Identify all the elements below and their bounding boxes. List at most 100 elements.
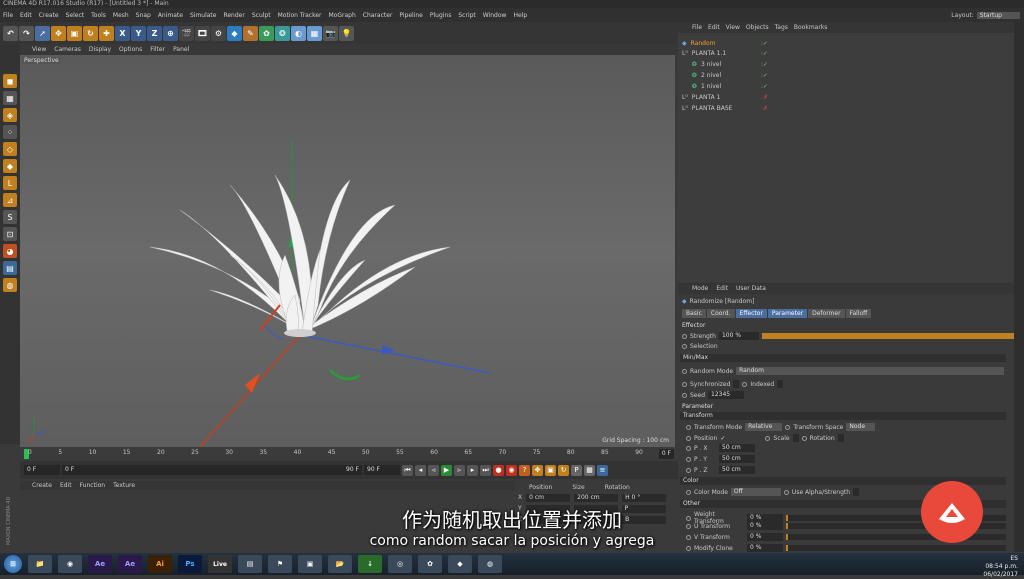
material-menu-texture[interactable]: Texture [113, 482, 135, 489]
anim-dot-icon[interactable] [682, 392, 687, 398]
tab-falloff[interactable]: Falloff [845, 309, 872, 318]
anim-dot-icon[interactable] [686, 435, 691, 441]
tweak-icon[interactable]: ⊿ [3, 193, 17, 207]
workplane-icon[interactable]: ▤ [3, 261, 17, 275]
material-menu-edit[interactable]: Edit [60, 482, 72, 489]
object-menu-file[interactable]: File [692, 24, 702, 31]
menu-help[interactable]: Help [513, 12, 527, 19]
menu-sculpt[interactable]: Sculpt [252, 12, 271, 19]
next-frame-icon[interactable]: ▹ [454, 464, 465, 476]
taskbar-app-after-effects-2[interactable]: Ae [118, 555, 142, 573]
media-icon[interactable]: ⚑ [268, 555, 292, 573]
cloner-icon[interactable]: ❂ [275, 25, 290, 41]
pz-input[interactable]: 50 cm [719, 466, 755, 474]
section-transform[interactable]: Transform [680, 412, 1006, 420]
object-row-planta-base[interactable]: L⁰ PLANTA BASE:✗ [682, 103, 1012, 113]
axis-icon[interactable]: L [3, 176, 17, 190]
floor-icon[interactable]: ▦ [307, 25, 322, 41]
autokey-icon[interactable]: ◉ [506, 464, 517, 476]
object-row-planta-1-1[interactable]: L⁰ PLANTA 1.1:✓ [682, 48, 1012, 58]
menu-snap[interactable]: Snap [136, 12, 151, 19]
random-mode-dropdown[interactable]: Random [736, 367, 1005, 375]
key-scale-icon[interactable]: ▣ [545, 464, 556, 476]
menu-render[interactable]: Render [223, 12, 244, 19]
attr-menu-mode[interactable]: Mode [692, 285, 708, 292]
app-icon[interactable]: ✿ [418, 555, 442, 573]
coord-rot-h[interactable]: H 0 ° [622, 494, 667, 502]
coord-system-icon[interactable]: ⊕ [163, 25, 178, 41]
viewport-menu-filter[interactable]: Filter [150, 46, 165, 53]
use-alpha-checkbox[interactable] [853, 488, 860, 496]
key-pla-icon[interactable]: ▦ [584, 464, 595, 476]
menu-select[interactable]: Select [66, 12, 85, 19]
strength-slider[interactable] [761, 333, 1022, 339]
indexed-checkbox[interactable] [777, 380, 784, 388]
anim-dot-icon[interactable] [682, 381, 687, 387]
render-view-icon[interactable]: 🎬 [179, 25, 194, 41]
menu-window[interactable]: Window [483, 12, 507, 19]
viewport-menu-options[interactable]: Options [119, 46, 142, 53]
system-tray[interactable]: ES 08:54 p.m. 06/02/2017 [983, 555, 1018, 579]
menu-pipeline[interactable]: Pipeline [399, 12, 422, 19]
visibility-check-icon[interactable]: :✓ [761, 72, 768, 79]
render-settings-icon[interactable]: ⚙ [211, 25, 226, 41]
menu-script[interactable]: Script [458, 12, 475, 19]
object-menu-bookmarks[interactable]: Bookmarks [794, 24, 828, 31]
visibility-check-icon[interactable]: :✓ [761, 83, 768, 90]
x-axis-icon[interactable]: X [115, 25, 130, 41]
go-start-icon[interactable]: ⏮ [402, 464, 413, 476]
anim-dot-icon[interactable] [682, 333, 687, 339]
coord-pos-x[interactable]: 0 cm [526, 494, 571, 502]
play-icon[interactable]: ▶ [441, 464, 452, 476]
menu-character[interactable]: Character [363, 12, 393, 19]
lock-icon[interactable]: ⊡ [3, 227, 17, 241]
start-button[interactable]: ⊞ [4, 555, 22, 573]
add-icon[interactable]: ✚ [99, 25, 114, 41]
visibility-off-icon[interactable]: :✗ [761, 94, 768, 101]
explorer-icon[interactable]: 📁 [28, 555, 52, 573]
visibility-check-icon[interactable]: :✓ [761, 50, 768, 57]
edges-icon[interactable]: ◇ [3, 142, 17, 156]
menu-edit[interactable]: Edit [20, 12, 32, 19]
anim-dot-icon[interactable] [765, 435, 771, 441]
magnet-icon[interactable]: ◕ [3, 244, 17, 258]
vs-icon[interactable]: ◆ [448, 555, 472, 573]
start-frame-field[interactable]: 0 F [24, 465, 60, 475]
move-icon[interactable]: ✥ [51, 25, 66, 41]
tab-parameter[interactable]: Parameter [767, 309, 808, 318]
visibility-off-icon[interactable]: :✗ [761, 105, 768, 112]
prev-frame-icon[interactable]: ◃ [428, 464, 439, 476]
redo-icon[interactable]: ↷ [19, 25, 34, 41]
make-editable-icon[interactable]: ◼ [3, 74, 17, 88]
timeline-ruler[interactable]: 0 5 10 15 20 25 30 35 40 45 50 55 60 65 … [20, 447, 678, 461]
go-end-icon[interactable]: ⏭ [480, 464, 491, 476]
scale-icon[interactable]: ▣ [67, 25, 82, 41]
tab-basic[interactable]: Basic [682, 309, 706, 318]
anim-dot-icon[interactable] [801, 435, 807, 441]
taskbar-app-photoshop[interactable]: Ps [178, 555, 202, 573]
menu-animate[interactable]: Animate [158, 12, 183, 19]
undo-icon[interactable]: ↶ [3, 25, 18, 41]
notes-icon[interactable]: ▤ [238, 555, 262, 573]
pen-icon[interactable]: ✎ [243, 25, 258, 41]
anim-dot-icon[interactable] [686, 456, 691, 462]
synchronized-checkbox[interactable] [733, 380, 740, 388]
visibility-check-icon[interactable]: :✓ [761, 40, 768, 47]
px-input[interactable]: 50 cm [719, 444, 755, 452]
select-icon[interactable]: ➚ [35, 25, 50, 41]
timeline-menu-icon[interactable]: ≡ [597, 464, 608, 476]
object-row-2-nivel[interactable]: ❂ 2 nivel:✓ [692, 70, 1022, 80]
object-row-1-nivel[interactable]: ❂ 1 nivel:✓ [692, 81, 1022, 91]
strength-input[interactable]: 100 % [718, 332, 759, 340]
menu-create[interactable]: Create [39, 12, 59, 19]
attr-menu-user-data[interactable]: User Data [736, 285, 766, 292]
right-side-tabs[interactable] [1014, 22, 1024, 552]
render-picture-icon[interactable]: 🎞 [195, 25, 210, 41]
anim-dot-icon[interactable] [682, 368, 687, 374]
anim-dot-icon[interactable] [682, 344, 687, 349]
z-axis-icon[interactable]: Z [147, 25, 162, 41]
object-menu-edit[interactable]: Edit [708, 24, 720, 31]
light-icon[interactable]: 💡 [339, 25, 354, 41]
camera-icon[interactable]: 📷 [323, 25, 338, 41]
polygons-icon[interactable]: ◆ [3, 159, 17, 173]
